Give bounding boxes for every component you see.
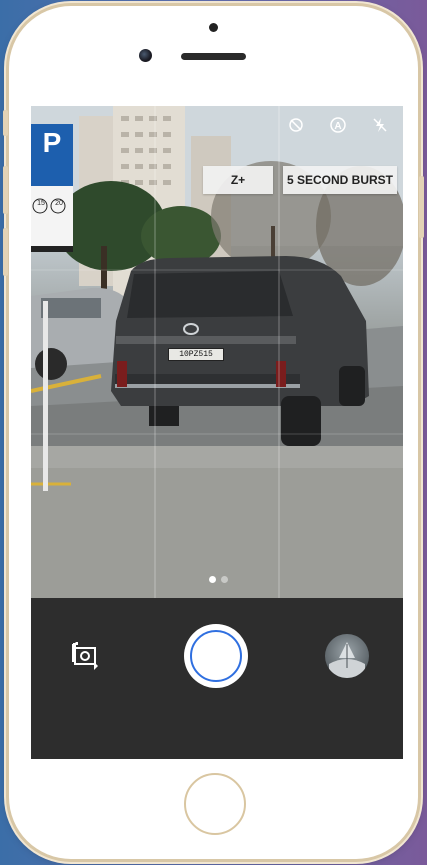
shutter-button[interactable] xyxy=(184,624,248,688)
page-dot-active[interactable] xyxy=(209,576,216,583)
switch-camera-icon xyxy=(72,642,98,670)
zoom-button[interactable]: Z+ xyxy=(203,166,273,194)
license-plate: 10PZ515 xyxy=(168,348,224,361)
photo-thumbnail-icon xyxy=(329,642,365,678)
front-camera-lens xyxy=(139,49,152,62)
power-button xyxy=(419,176,424,238)
camera-controls-bar xyxy=(31,598,403,759)
sign-badge: 20 xyxy=(55,200,63,207)
burst-mode-button[interactable]: 5 SECOND BURST xyxy=(283,166,397,194)
flash-auto-icon[interactable]: A xyxy=(329,116,347,134)
home-button[interactable] xyxy=(184,773,246,835)
curb xyxy=(31,446,403,468)
camera-viewfinder[interactable]: P 15 20 10PZ515 A Z+ 5 SECOND BURST xyxy=(31,106,403,598)
flash-mode-label: A xyxy=(334,121,342,132)
phone-frame: P 15 20 10PZ515 A Z+ 5 SECOND BURST xyxy=(3,6,424,859)
parking-sign-letter: P xyxy=(42,127,62,158)
mute-switch xyxy=(3,110,8,136)
earpiece-speaker xyxy=(181,53,246,60)
flash-off-icon[interactable] xyxy=(371,116,389,134)
page-dot[interactable] xyxy=(221,576,228,583)
sign-badge: 15 xyxy=(37,200,45,207)
timer-icon[interactable] xyxy=(287,116,305,134)
phone-screen: P 15 20 10PZ515 A Z+ 5 SECOND BURST xyxy=(31,106,403,759)
volume-up-button xyxy=(3,166,8,214)
proximity-sensor xyxy=(209,23,218,32)
page-indicator xyxy=(205,576,235,584)
sign-pole xyxy=(43,301,48,491)
volume-down-button xyxy=(3,228,8,276)
switch-camera-button[interactable] xyxy=(67,638,103,674)
gallery-thumbnail[interactable] xyxy=(325,634,369,678)
tree xyxy=(141,206,221,266)
shutter-ring xyxy=(190,630,242,682)
